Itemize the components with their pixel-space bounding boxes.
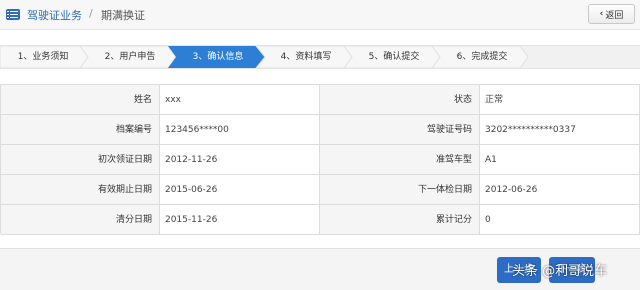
- back-button-label: 返回: [605, 10, 624, 21]
- watermark: 头条 @利哥说车: [512, 264, 608, 279]
- value-clear-date: 2015-11-26: [160, 205, 320, 235]
- label-total-points: 累计记分: [320, 205, 480, 235]
- value-license-number: 3202**********0337: [480, 115, 640, 145]
- table-row: 档案编号 123456****00 驾驶证号码 3202**********03…: [1, 115, 640, 145]
- label-file-number: 档案编号: [1, 115, 160, 145]
- value-name: xxx: [160, 85, 320, 115]
- back-button[interactable]: ‹ 返回: [588, 4, 635, 24]
- value-first-issue-date: 2012-11-26: [160, 145, 320, 175]
- step-6: 6、完成提交: [456, 52, 508, 62]
- license-info-table: 姓名 xxx 状态 正常 档案编号 123456****00 驾驶证号码 320…: [0, 84, 640, 235]
- label-clear-date: 清分日期: [1, 205, 160, 235]
- step-5: 5、确认提交: [368, 52, 420, 62]
- value-vehicle-class: A1: [480, 145, 640, 175]
- chevron-left-icon: ‹: [599, 9, 604, 19]
- step-progress: 1、业务须知 2、用户申告 3、确认信息 4、资料填写 5、确认提交 6、完成提…: [0, 45, 640, 69]
- table-row: 有效期止日期 2015-06-26 下一体检日期 2012-06-26: [1, 175, 640, 205]
- step-4: 4、资料填写: [280, 52, 332, 62]
- breadcrumb-current: 期满换证: [101, 9, 145, 22]
- label-expiry-date: 有效期止日期: [1, 175, 160, 205]
- top-bar: 驾驶证业务 / 期满换证 ‹ 返回: [0, 0, 640, 30]
- list-icon: [6, 9, 20, 20]
- label-vehicle-class: 准驾车型: [320, 145, 480, 175]
- label-next-exam-date: 下一体检日期: [320, 175, 480, 205]
- table-row: 初次领证日期 2012-11-26 准驾车型 A1: [1, 145, 640, 175]
- label-first-issue-date: 初次领证日期: [1, 145, 160, 175]
- breadcrumb-separator: /: [89, 7, 93, 20]
- label-license-number: 驾驶证号码: [320, 115, 480, 145]
- label-name: 姓名: [1, 85, 160, 115]
- step-1[interactable]: 1、业务须知: [4, 46, 82, 68]
- breadcrumb-root[interactable]: 驾驶证业务: [27, 7, 82, 23]
- value-file-number: 123456****00: [160, 115, 320, 145]
- value-status: 正常: [480, 85, 640, 115]
- value-total-points: 0: [480, 205, 640, 235]
- label-status: 状态: [320, 85, 480, 115]
- value-next-exam-date: 2012-06-26: [480, 175, 640, 205]
- step-3-active: 3、确认信息: [192, 52, 244, 62]
- table-row: 姓名 xxx 状态 正常: [1, 85, 640, 115]
- step-2[interactable]: 2、用户申告: [90, 46, 170, 68]
- value-expiry-date: 2015-06-26: [160, 175, 320, 205]
- table-row: 清分日期 2015-11-26 累计记分 0: [1, 205, 640, 235]
